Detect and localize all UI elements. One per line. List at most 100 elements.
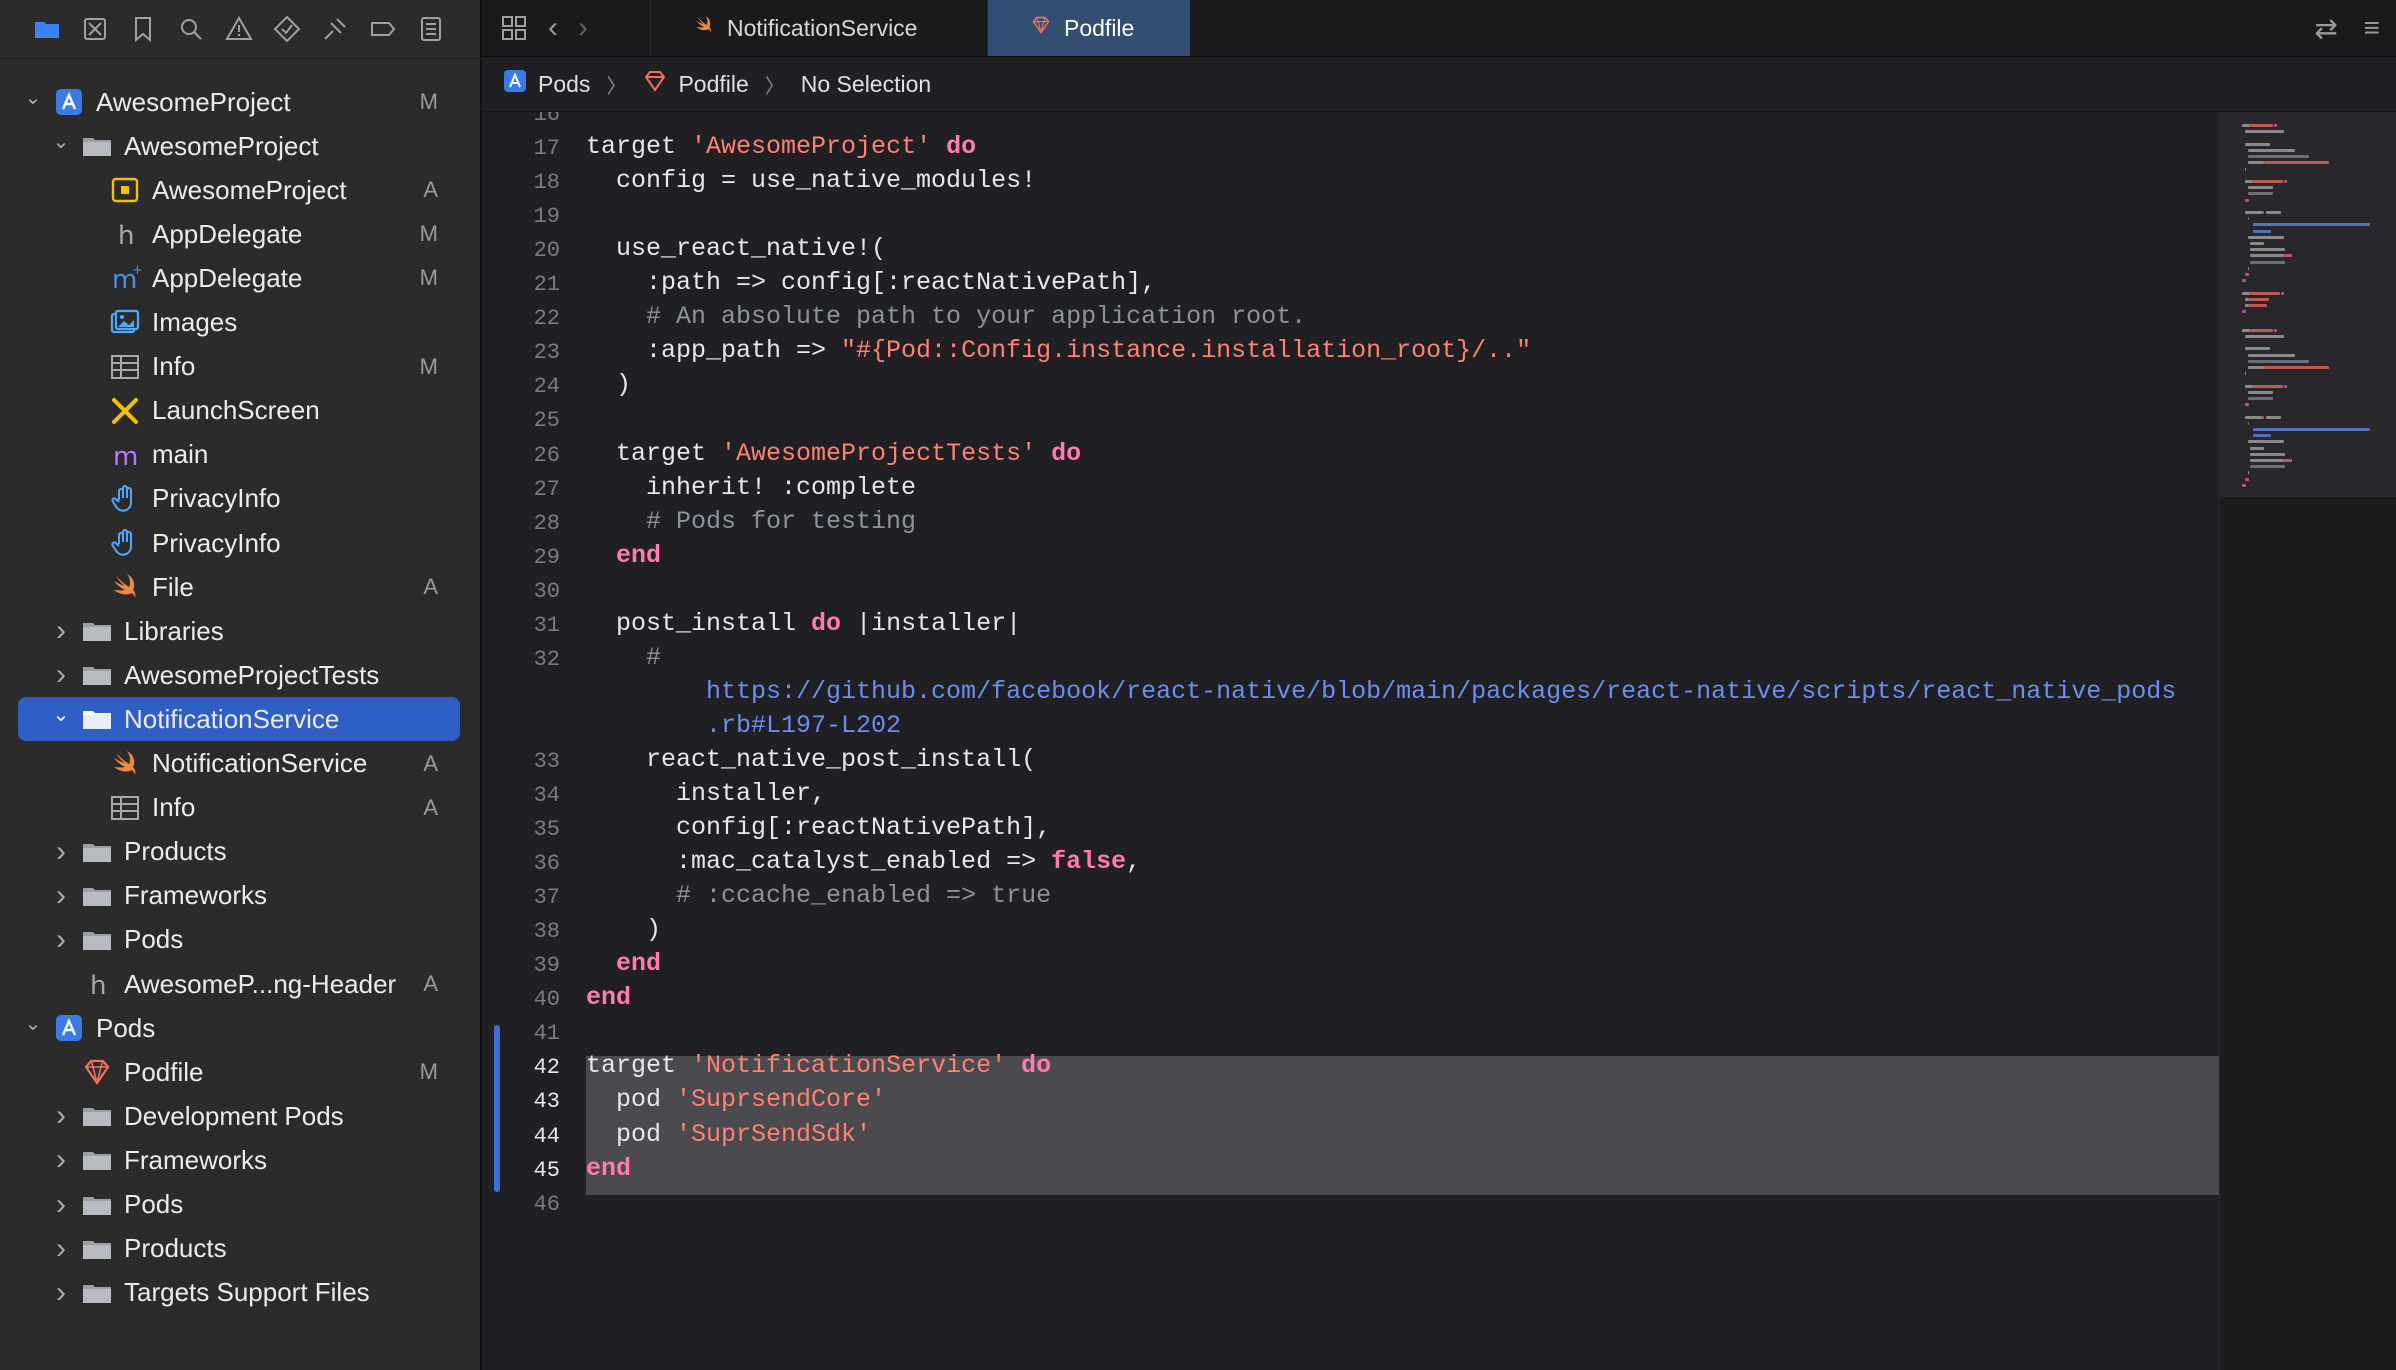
sidebar-item-products[interactable]: › Products [0, 830, 480, 874]
sidebar-item-notificationservice[interactable]: NotificationService A [0, 742, 480, 786]
sidebar-item-privacyinfo[interactable]: PrivacyInfo [0, 477, 480, 521]
code-line[interactable]: config = use_native_modules! [586, 166, 1036, 195]
sidebar-item-notificationservice[interactable]: ⌄ NotificationService [0, 697, 480, 742]
line-number[interactable]: 36 [482, 851, 560, 876]
sidebar-item-privacyinfo[interactable]: PrivacyInfo [0, 521, 480, 565]
sidebar-item-pods[interactable]: ⌄ Pods [0, 1006, 480, 1050]
tab-notificationservice[interactable]: NotificationService [650, 0, 987, 56]
line-number[interactable]: 16 [482, 112, 560, 127]
sidebar-item-podfile[interactable]: Podfile M [0, 1050, 480, 1094]
line-number[interactable]: 21 [482, 272, 560, 297]
sidebar-item-libraries[interactable]: › Libraries [0, 609, 480, 653]
code-line[interactable]: end [586, 949, 661, 978]
code-line[interactable]: # An absolute path to your application r… [586, 302, 1306, 331]
code-line[interactable]: pod 'SuprsendCore' [586, 1085, 886, 1114]
sidebar-item-products[interactable]: › Products [0, 1227, 480, 1271]
chevron-right-icon[interactable]: › [50, 923, 72, 956]
line-number[interactable]: 26 [482, 443, 560, 468]
code-line[interactable]: # :ccache_enabled => true [586, 881, 1051, 910]
sidebar-item-pods[interactable]: › Pods [0, 918, 480, 962]
line-number[interactable]: 17 [482, 136, 560, 161]
line-number[interactable]: 35 [482, 817, 560, 842]
sidebar-item-targets-support-files[interactable]: › Targets Support Files [0, 1271, 480, 1315]
code-line[interactable]: react_native_post_install( [586, 745, 1036, 774]
sidebar-item-appdelegate[interactable]: h AppDelegate M [0, 212, 480, 256]
sidebar-item-awesomeproject[interactable]: ⌄ AwesomeProject M [0, 80, 480, 124]
code-line[interactable]: end [586, 1154, 631, 1183]
code-line[interactable]: ) [586, 915, 661, 944]
line-number[interactable]: 43 [482, 1089, 560, 1114]
chevron-right-icon[interactable]: › [50, 1232, 72, 1265]
line-number[interactable]: 20 [482, 238, 560, 263]
chevron-down-icon[interactable]: ⌄ [22, 1012, 44, 1035]
code-line[interactable]: :path => config[:reactNativePath], [586, 268, 1156, 297]
chevron-right-icon[interactable]: › [50, 879, 72, 912]
code-line[interactable]: inherit! :complete [586, 473, 916, 502]
sidebar-item-images[interactable]: Images [0, 301, 480, 345]
code-text-area[interactable]: 16 17 target 'AwesomeProject' do 18 config … [482, 112, 2220, 1370]
code-line[interactable]: installer, [586, 779, 826, 808]
sidebar-item-appdelegate[interactable]: m + AppDelegate M [0, 256, 480, 300]
line-number[interactable]: 23 [482, 340, 560, 365]
sidebar-item-frameworks[interactable]: › Frameworks [0, 1138, 480, 1182]
sidebar-item-info[interactable]: Info M [0, 345, 480, 389]
code-line[interactable]: # Pods for testing [586, 507, 916, 536]
back-chevron-icon[interactable]: ‹ [548, 11, 558, 45]
source-control-icon[interactable] [78, 12, 112, 46]
sidebar-item-info[interactable]: Info A [0, 786, 480, 830]
chevron-right-icon[interactable]: › [50, 614, 72, 647]
swap-icon[interactable]: ⇄ [2314, 12, 2337, 45]
code-line[interactable]: target 'NotificationService' do [586, 1051, 1051, 1080]
chevron-right-icon[interactable]: › [50, 1143, 72, 1176]
chevron-right-icon[interactable]: › [50, 835, 72, 868]
chevron-right-icon[interactable]: › [50, 1276, 72, 1309]
sidebar-item-file[interactable]: File A [0, 565, 480, 609]
bookmark-icon[interactable] [126, 12, 160, 46]
tab-podfile[interactable]: Podfile [987, 0, 1190, 56]
line-number[interactable]: 42 [482, 1055, 560, 1080]
menu-icon[interactable]: ≡ [2364, 12, 2380, 44]
grid-icon[interactable] [500, 14, 528, 42]
chevron-down-icon[interactable]: ⌄ [22, 86, 44, 109]
find-icon[interactable] [174, 12, 208, 46]
line-number[interactable]: 45 [482, 1158, 560, 1183]
sidebar-item-awesomeproject[interactable]: AwesomeProject A [0, 168, 480, 212]
chevron-down-icon[interactable]: ⌄ [50, 703, 72, 726]
forward-chevron-icon[interactable]: › [578, 11, 588, 45]
code-line[interactable]: use_react_native!( [586, 234, 886, 263]
debug-icon[interactable] [318, 12, 352, 46]
test-icon[interactable] [270, 12, 304, 46]
line-number[interactable]: 46 [482, 1192, 560, 1217]
line-number[interactable]: 37 [482, 885, 560, 910]
breadcrumb-item[interactable]: Podfile [678, 71, 748, 98]
line-number[interactable]: 39 [482, 953, 560, 978]
code-line[interactable]: :mac_catalyst_enabled => false, [586, 847, 1141, 876]
breadcrumb-item[interactable]: Pods [538, 71, 590, 98]
line-number[interactable]: 31 [482, 613, 560, 638]
line-number[interactable]: 41 [482, 1021, 560, 1046]
line-number[interactable]: 22 [482, 306, 560, 331]
code-line[interactable]: ) [586, 370, 631, 399]
sidebar-item-launchscreen[interactable]: LaunchScreen [0, 389, 480, 433]
minimap[interactable] [2219, 112, 2396, 1370]
line-number[interactable]: 38 [482, 919, 560, 944]
line-number[interactable]: 40 [482, 987, 560, 1012]
line-number[interactable]: 27 [482, 477, 560, 502]
code-line[interactable]: pod 'SuprSendSdk' [586, 1120, 871, 1149]
code-line[interactable]: target 'AwesomeProjectTests' do [586, 439, 1081, 468]
code-line[interactable]: end [586, 983, 631, 1012]
chevron-down-icon[interactable]: ⌄ [50, 130, 72, 153]
code-line[interactable]: # [586, 643, 661, 672]
line-number[interactable]: 44 [482, 1124, 560, 1149]
report-icon[interactable] [414, 12, 448, 46]
sidebar-item-main[interactable]: m main [0, 433, 480, 477]
line-number[interactable]: 24 [482, 374, 560, 399]
line-number[interactable]: 33 [482, 749, 560, 774]
code-line[interactable]: config[:reactNativePath], [586, 813, 1051, 842]
line-number[interactable]: 30 [482, 579, 560, 604]
breakpoint-icon[interactable] [366, 12, 400, 46]
chevron-right-icon[interactable]: › [50, 658, 72, 691]
line-number[interactable]: 29 [482, 545, 560, 570]
sidebar-item-frameworks[interactable]: › Frameworks [0, 874, 480, 918]
chevron-right-icon[interactable]: › [50, 1188, 72, 1221]
